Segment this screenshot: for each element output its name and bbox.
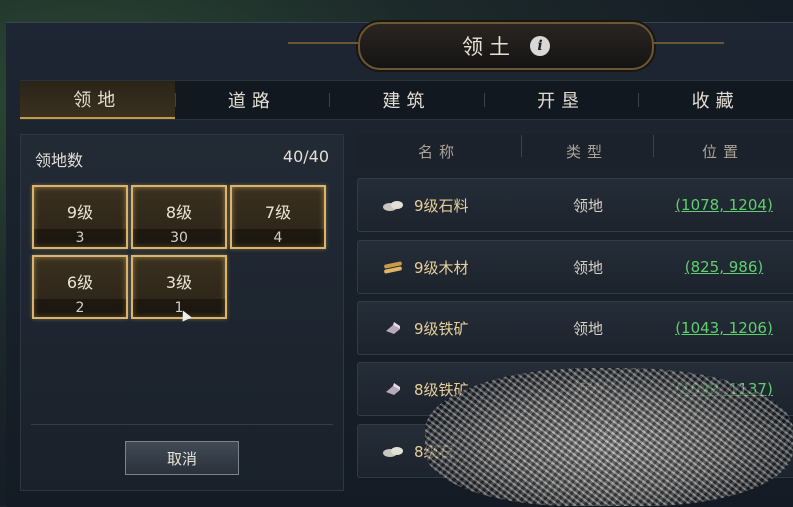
window-title: 领土 bbox=[462, 35, 516, 59]
level-label: 9级 bbox=[66, 203, 94, 222]
name-cell: 9级铁矿 bbox=[358, 318, 522, 339]
coordinate-link[interactable]: (825, 986) bbox=[654, 258, 793, 276]
territory-count-value: 40/40 bbox=[282, 147, 329, 166]
panel-divider bbox=[31, 424, 333, 425]
table-row[interactable]: 9级铁矿 领地 (1043, 1206) bbox=[357, 301, 793, 355]
level-count: 30 bbox=[133, 229, 225, 247]
level-filter-8[interactable]: 8级 30 bbox=[131, 185, 227, 249]
level-label: 3级 bbox=[165, 273, 193, 292]
resource-name: 9级石料 bbox=[414, 196, 469, 215]
territory-count-label: 领地数 bbox=[35, 151, 84, 170]
tab-reclaim[interactable]: 开垦 bbox=[483, 81, 639, 119]
type-cell: 领地 bbox=[572, 319, 603, 338]
column-header-type[interactable]: 类型 bbox=[521, 134, 653, 162]
tab-favorites[interactable]: 收藏 bbox=[638, 81, 793, 119]
wood-icon bbox=[384, 261, 402, 274]
level-filter-7[interactable]: 7级 4 bbox=[230, 185, 326, 249]
level-count: 3 bbox=[34, 229, 126, 247]
level-filter-3[interactable]: 3级 1 bbox=[131, 255, 227, 319]
tab-buildings[interactable]: 建筑 bbox=[329, 81, 484, 119]
level-label: 7级 bbox=[264, 203, 292, 222]
redaction-noise-overlay bbox=[425, 368, 793, 506]
tab-roads[interactable]: 道路 bbox=[174, 81, 330, 119]
type-cell: 领地 bbox=[572, 258, 603, 277]
stone-icon bbox=[383, 447, 403, 457]
tab-bar: 领地 道路 建筑 开垦 收藏 bbox=[20, 80, 793, 120]
column-header-position[interactable]: 位置 bbox=[653, 134, 793, 162]
iron-ore-icon bbox=[386, 322, 400, 334]
iron-ore-icon bbox=[386, 383, 400, 395]
type-cell: 领地 bbox=[572, 196, 603, 215]
name-cell: 9级石料 bbox=[358, 195, 522, 216]
coordinate-link[interactable]: (1078, 1204) bbox=[654, 196, 793, 214]
table-row[interactable]: 9级石料 领地 (1078, 1204) bbox=[357, 178, 793, 232]
territory-count-row: 领地数 40/40 bbox=[35, 147, 329, 171]
level-filter-6[interactable]: 6级 2 bbox=[32, 255, 128, 319]
level-count: 2 bbox=[34, 299, 126, 317]
level-count: 4 bbox=[232, 229, 324, 247]
table-row[interactable]: 9级木材 领地 (825, 986) bbox=[357, 240, 793, 294]
title-plate: 领土 i bbox=[288, 22, 724, 70]
cancel-button[interactable]: 取消 bbox=[125, 441, 239, 475]
column-header-name[interactable]: 名称 bbox=[357, 141, 521, 162]
level-filter-9[interactable]: 9级 3 bbox=[32, 185, 128, 249]
tab-territory[interactable]: 领地 bbox=[20, 81, 175, 119]
info-icon[interactable]: i bbox=[530, 36, 550, 56]
level-label: 8级 bbox=[165, 203, 193, 222]
resource-name: 9级木材 bbox=[414, 258, 469, 277]
level-label: 6级 bbox=[66, 273, 94, 292]
stone-icon bbox=[383, 201, 403, 211]
name-cell: 9级木材 bbox=[358, 257, 522, 278]
table-header: 名称 类型 位置 bbox=[357, 134, 793, 168]
coordinate-link[interactable]: (1043, 1206) bbox=[654, 319, 793, 337]
resource-name: 9级铁矿 bbox=[414, 319, 469, 338]
